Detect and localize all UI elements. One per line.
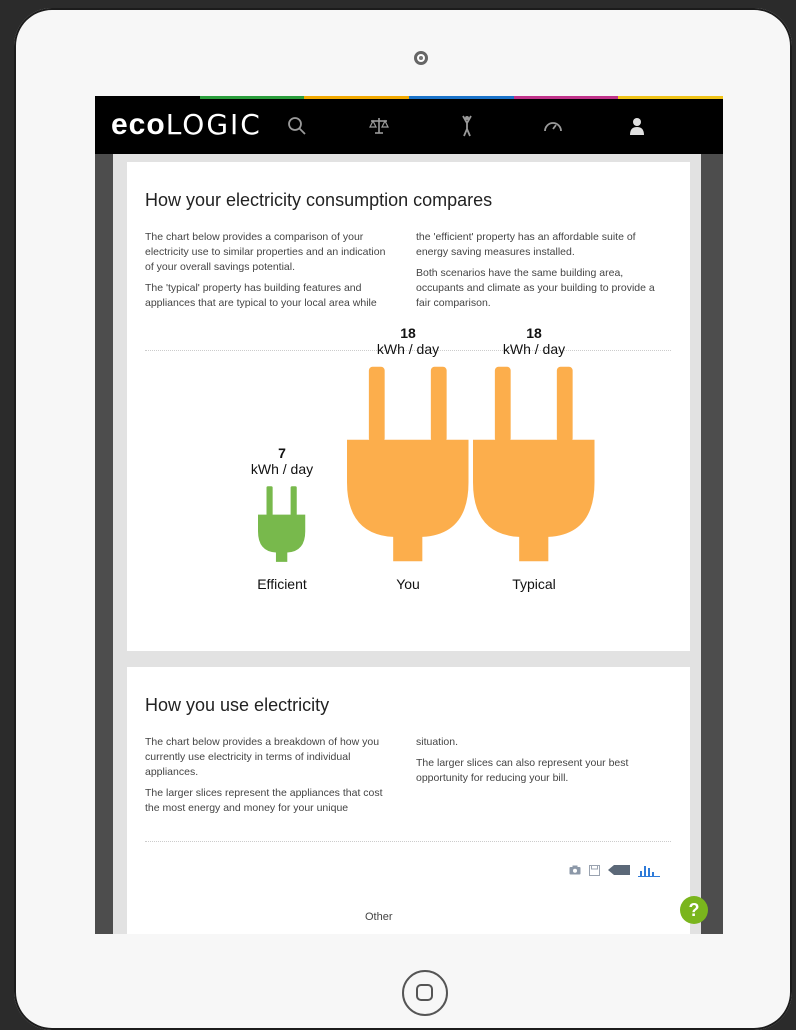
chart-toolbar [569,863,660,880]
accent-segment [618,96,723,99]
usage-text-left: The chart below provides a breakdown of … [145,735,393,822]
category-label: Typical [512,576,556,592]
top-nav-bar: ecoLOGIC [95,96,723,154]
search-icon[interactable] [285,114,309,138]
logo-light-text: LOGIC [165,108,262,141]
usage-card: How you use electricity The chart below … [127,667,690,934]
scales-icon[interactable] [367,114,391,138]
left-sidebar [95,154,113,934]
right-sidebar [701,154,723,934]
save-icon[interactable] [589,864,600,879]
user-icon[interactable] [625,114,649,138]
accent-color-bar [95,96,723,99]
paragraph: The larger slices can also represent you… [416,757,629,784]
data-label: 18 kWh / day [338,325,478,358]
category-label: Efficient [257,576,307,592]
accent-segment [304,96,410,99]
paragraph: The chart below provides a breakdown of … [145,736,380,778]
accent-segment [409,96,514,99]
pie-slice-label: Other [365,911,393,923]
data-label: 18 kWh / day [464,325,604,358]
paragraph: The larger slices represent the applianc… [145,787,383,814]
camera-icon [414,51,428,65]
plug-bar [473,366,595,562]
plug-bar [347,366,469,562]
accent-segment [95,96,200,99]
data-unit: kWh / day [376,341,440,357]
ecologic-logo[interactable]: ecoLOGIC [111,110,262,140]
data-value: 18 [400,325,416,341]
accent-segment [199,96,305,99]
gauge-icon[interactable] [541,114,565,138]
bar-chart-icon[interactable] [638,863,660,880]
app-screen: ecoLOGIC How your electricity consumptio… [95,96,723,934]
tag-icon[interactable] [608,865,630,878]
home-button[interactable] [402,970,448,1016]
camera-icon[interactable] [569,865,581,878]
data-value: 7 [278,444,286,461]
accent-segment [513,96,619,99]
person-icon[interactable] [455,114,479,138]
comparison-card: How your electricity consumption compare… [127,162,690,651]
paragraph: situation. [416,736,459,748]
plug-bar [258,486,306,562]
data-label: 7 kWh / day [212,444,352,477]
help-button[interactable]: ? [680,896,708,924]
data-unit: kWh / day [250,460,314,477]
usage-text-right: situation. The larger slices can also re… [416,735,664,792]
logo-bold-text: eco [111,108,166,141]
divider [145,841,671,842]
data-value: 18 [526,325,542,341]
consumption-chart: 7 kWh / day Efficient 18 kWh / day You 18 kWh /… [127,162,690,651]
category-label: You [396,576,420,592]
usage-title: How you use electricity [145,695,330,715]
data-unit: kWh / day [502,341,566,357]
